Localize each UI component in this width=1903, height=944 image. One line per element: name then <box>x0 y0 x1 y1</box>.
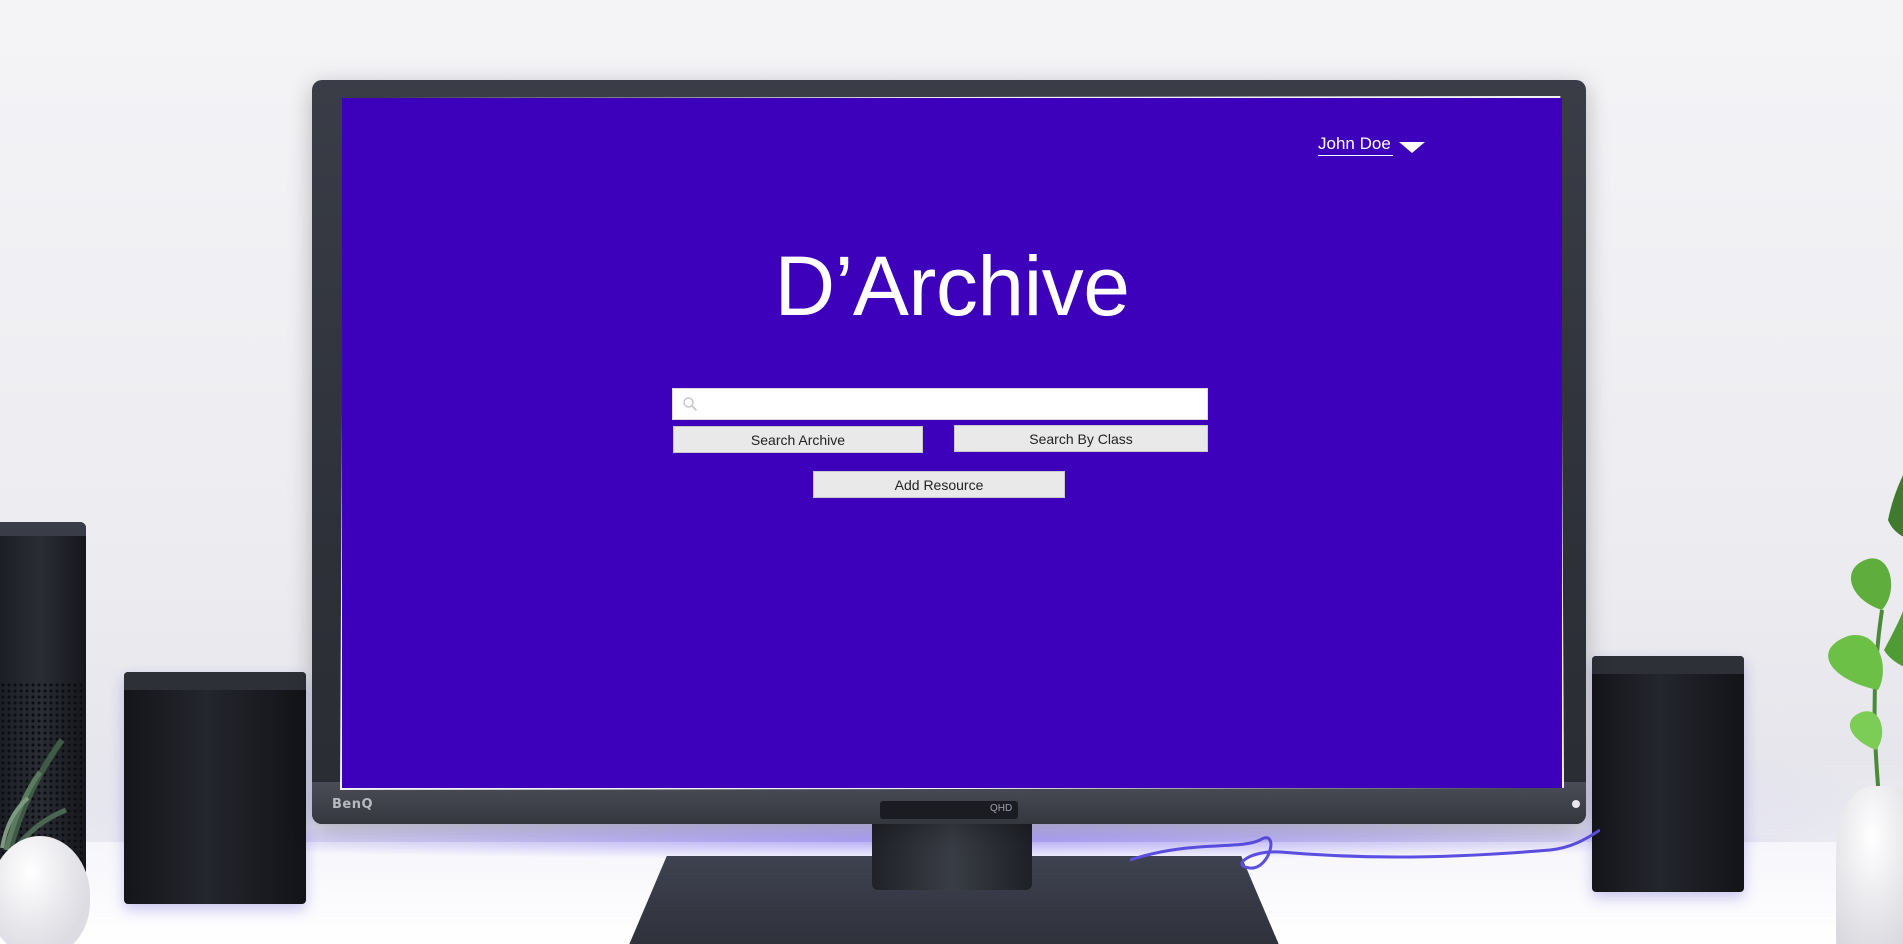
right-speaker <box>1592 656 1744 892</box>
right-plant-pot <box>1836 786 1903 944</box>
photo-scene: BenQ QHD John Doe D’Archive Search Archi… <box>0 0 1903 944</box>
caret-down-icon[interactable] <box>1398 141 1425 153</box>
user-menu[interactable]: John Doe <box>1318 134 1425 156</box>
power-button-icon <box>1572 800 1580 808</box>
app-screen: John Doe D’Archive Search Archive Search… <box>342 98 1562 788</box>
search-archive-button[interactable]: Search Archive <box>673 426 923 453</box>
left-speaker-top <box>124 672 306 690</box>
monitor-brand-logo: BenQ <box>332 797 374 812</box>
search-by-class-button[interactable]: Search By Class <box>954 425 1208 452</box>
search-input[interactable] <box>701 389 1207 419</box>
right-plant-icon <box>1828 475 1903 810</box>
smart-speaker-top <box>0 522 86 536</box>
monitor-cable <box>1130 828 1600 870</box>
monitor-qhd-badge: QHD <box>990 803 1013 814</box>
monitor-control-buttons <box>1384 806 1554 810</box>
user-name-link[interactable]: John Doe <box>1318 134 1393 156</box>
search-icon <box>679 393 701 415</box>
left-plant-icon <box>0 738 67 850</box>
left-speaker <box>124 672 306 904</box>
app-title: D’Archive <box>774 239 1130 333</box>
right-speaker-top <box>1592 656 1744 674</box>
search-bar[interactable] <box>672 388 1208 420</box>
add-resource-button[interactable]: Add Resource <box>813 471 1065 498</box>
